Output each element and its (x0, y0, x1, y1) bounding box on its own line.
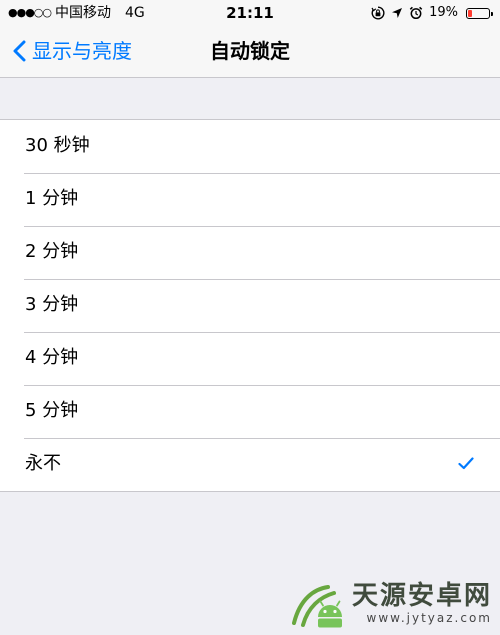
status-right: 19% (371, 4, 493, 22)
option-label: 1 分钟 (25, 188, 79, 209)
option-label: 4 分钟 (25, 347, 79, 368)
android-logo-icon (291, 585, 342, 628)
option-label: 3 分钟 (25, 294, 79, 315)
navigation-bar: 显示与亮度 自动锁定 (0, 26, 500, 78)
checkmark-icon (458, 457, 474, 470)
option-label: 永不 (25, 453, 61, 474)
auto-lock-option[interactable]: 3 分钟 (0, 279, 500, 332)
status-bar: ●●●○○ 中国移动 4G 21:11 19% (0, 0, 500, 26)
location-arrow-icon (391, 7, 403, 19)
auto-lock-option[interactable]: 5 分钟 (0, 385, 500, 438)
auto-lock-option[interactable]: 2 分钟 (0, 226, 500, 279)
orientation-lock-icon (371, 6, 385, 20)
option-label: 30 秒钟 (25, 135, 90, 156)
watermark-url: www.jytyaz.com (366, 611, 492, 625)
watermark-title: 天源安卓网 (351, 581, 492, 611)
alarm-icon (409, 6, 423, 20)
auto-lock-option[interactable]: 30 秒钟 (0, 120, 500, 173)
battery-icon (466, 7, 493, 19)
chevron-left-icon (13, 40, 26, 62)
option-label: 2 分钟 (25, 241, 79, 262)
auto-lock-option[interactable]: 永不 (0, 438, 500, 491)
battery-level (468, 9, 473, 17)
auto-lock-option[interactable]: 1 分钟 (0, 173, 500, 226)
auto-lock-option[interactable]: 4 分钟 (0, 332, 500, 385)
auto-lock-options-list: 30 秒钟 1 分钟 2 分钟 3 分钟 4 分钟 5 分钟永不 (0, 119, 500, 492)
watermark: 天源安卓网 www.jytyaz.com (288, 577, 492, 629)
battery-percent: 19% (429, 5, 458, 20)
back-button-label: 显示与亮度 (32, 39, 132, 63)
option-label: 5 分钟 (25, 400, 79, 421)
back-button[interactable]: 显示与亮度 (12, 38, 132, 64)
